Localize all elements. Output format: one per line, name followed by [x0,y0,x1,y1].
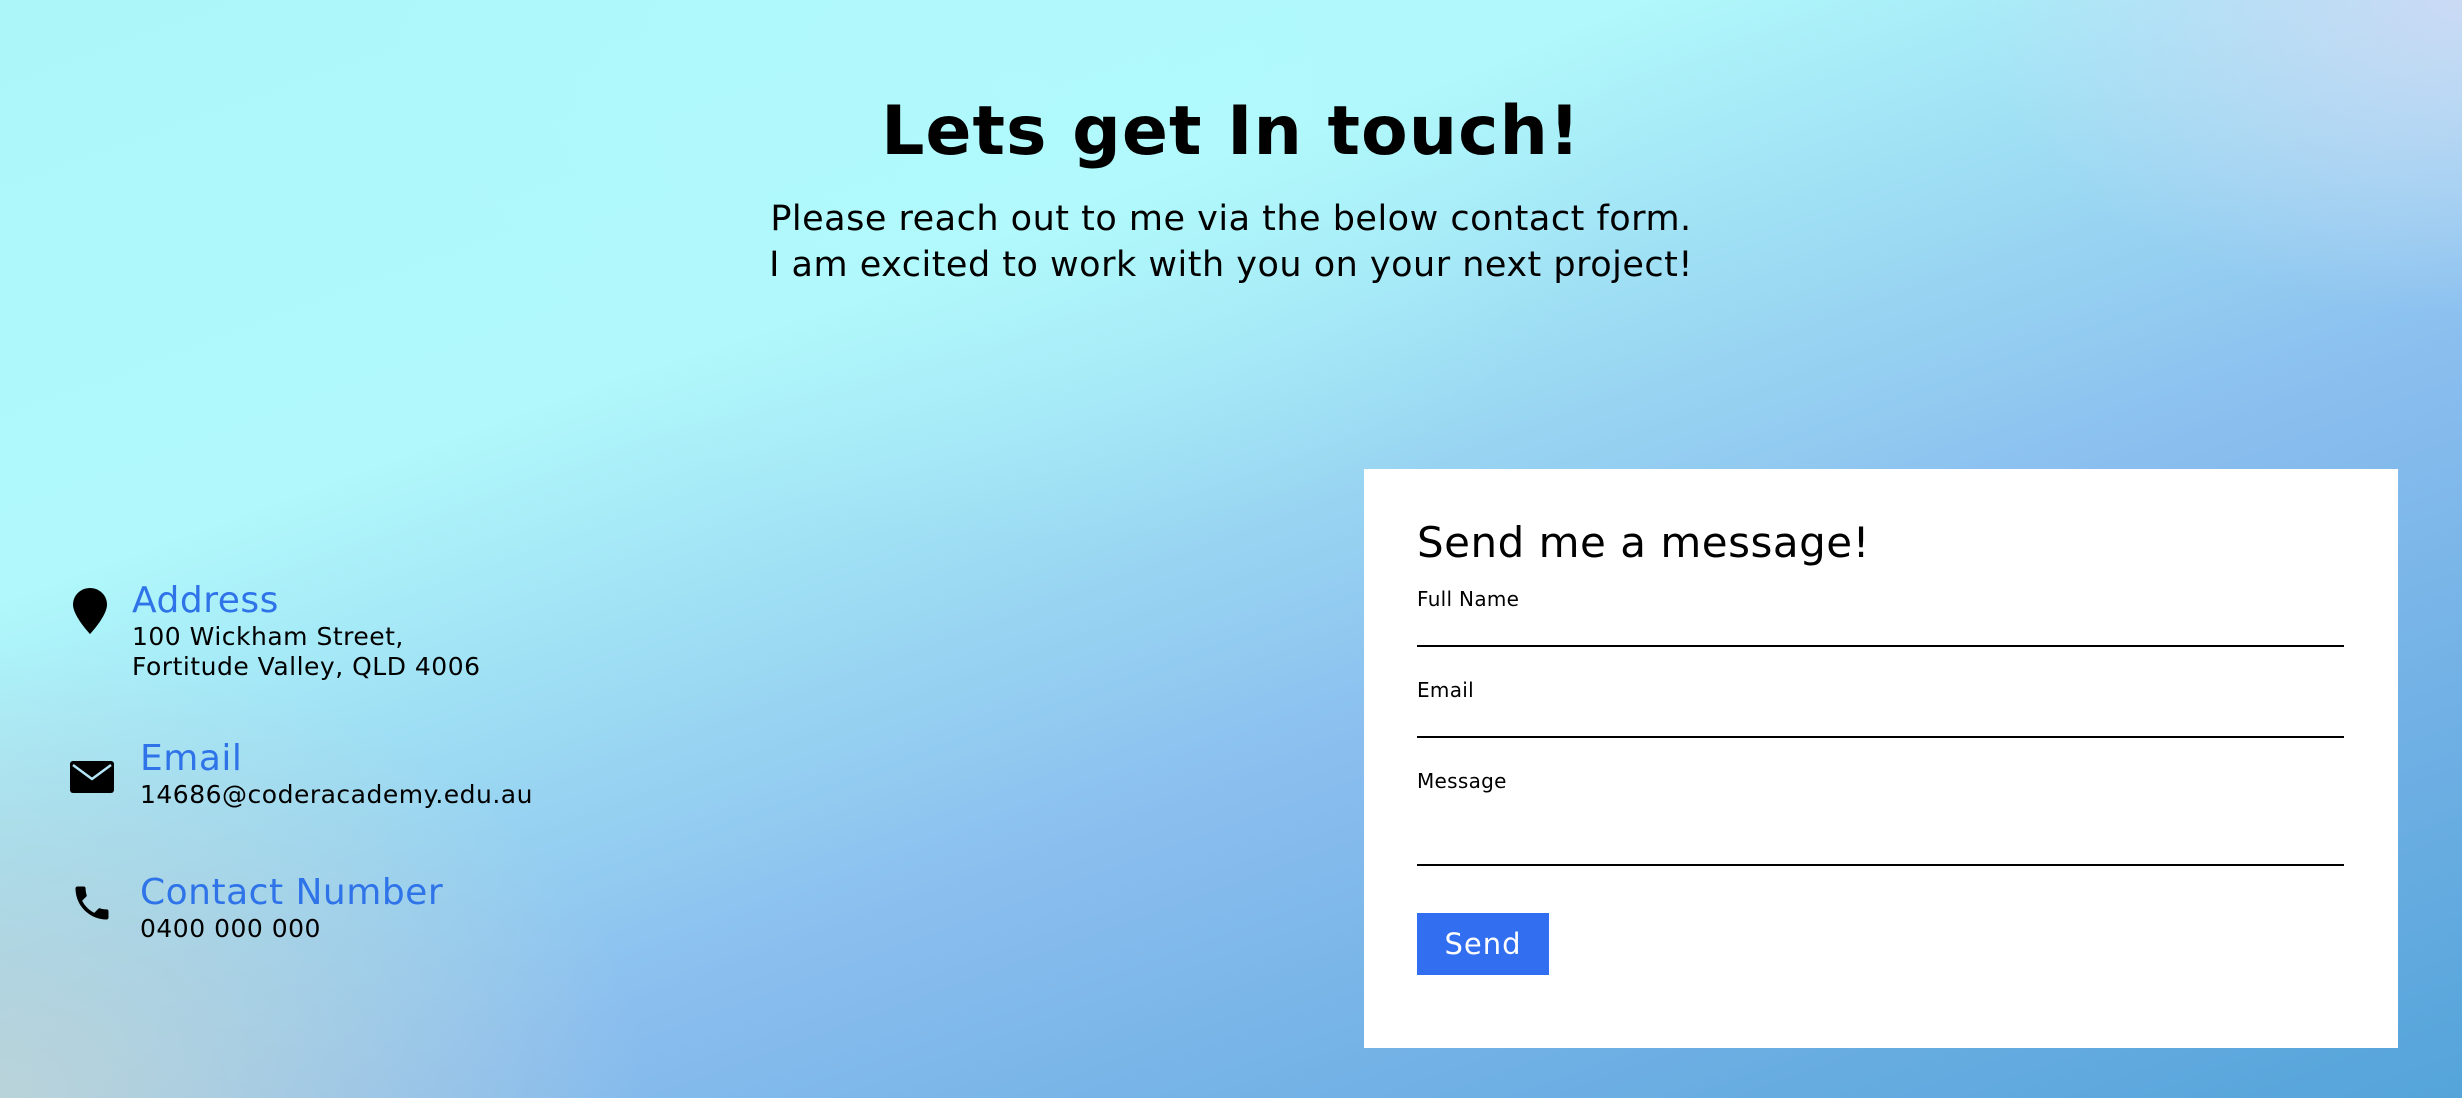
send-button[interactable]: Send [1417,913,1549,975]
message-label: Message [1417,769,1507,793]
email-field[interactable]: Email [1417,678,2344,738]
map-pin-icon [70,586,110,636]
address-title: Address [132,580,279,621]
phone-value[interactable]: 0400 000 000 [140,914,443,944]
contact-email: Email 14686@coderacademy.edu.au [70,738,533,810]
message-field[interactable]: Message [1417,769,2344,866]
page-subtitle: Please reach out to me via the below con… [0,196,2462,288]
phone-title: Contact Number [140,872,444,913]
envelope-icon [70,752,114,802]
address-line-2: Fortitude Valley, QLD 4006 [132,652,481,681]
message-input[interactable] [1417,769,2344,864]
full-name-input[interactable] [1417,587,2344,645]
phone-icon [70,878,114,928]
hero: Lets get In touch! Please reach out to m… [0,88,2462,288]
address-text: Address 100 Wickham Street, Fortitude Va… [132,580,481,682]
contact-address: Address 100 Wickham Street, Fortitude Va… [70,580,481,682]
email-text: Email 14686@coderacademy.edu.au [140,738,533,810]
subtitle-line-2: I am excited to work with you on your ne… [769,245,1693,285]
phone-text: Contact Number 0400 000 000 [140,872,443,944]
subtitle-line-1: Please reach out to me via the below con… [770,199,1692,239]
email-label: Email [1417,678,1474,702]
contact-phone: Contact Number 0400 000 000 [70,872,443,944]
full-name-label: Full Name [1417,587,1520,611]
email-title: Email [140,738,243,779]
full-name-field[interactable]: Full Name [1417,587,2344,647]
form-title: Send me a message! [1417,518,1870,567]
contact-form: Send me a message! Full Name Email Messa… [1364,469,2398,1048]
email-value[interactable]: 14686@coderacademy.edu.au [140,780,533,810]
address-line-1: 100 Wickham Street, [132,622,404,651]
email-input[interactable] [1417,678,2344,736]
page-title: Lets get In touch! [881,92,1581,171]
